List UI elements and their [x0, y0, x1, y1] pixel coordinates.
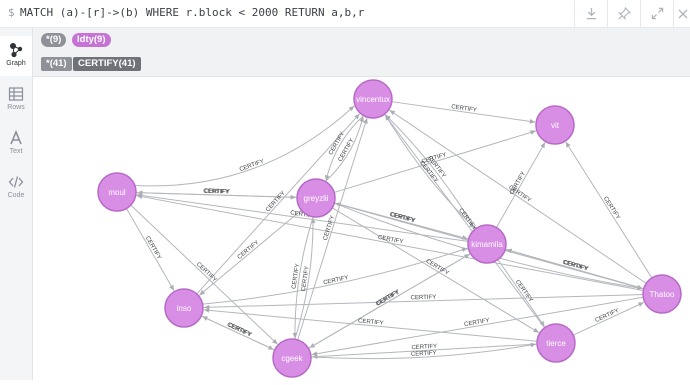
- expand-button[interactable]: [640, 0, 674, 27]
- sidebar-item-label: Code: [7, 192, 25, 199]
- relationship-label: CERTIFY: [594, 308, 620, 324]
- relationship-label: CERTIFY: [464, 318, 490, 328]
- sidebar-item-rows[interactable]: Rows: [0, 80, 32, 120]
- graph-svg: CERTIFY CERTIFY CERTIFY CERTIFY CERTIFY CERTI…: [97, 79, 682, 378]
- query-bar: $ MATCH (a)-[r]->(b) WHERE r.block < 200…: [0, 0, 690, 28]
- sidebar-item-label: Graph: [6, 60, 26, 67]
- relationship-label: CERTIFY: [144, 235, 162, 260]
- rel-type-certify-pill[interactable]: CERTIFY(41): [73, 57, 141, 71]
- graph-node-kimamila[interactable]: kimamila: [467, 224, 507, 264]
- relationship-label: CERTIFY: [227, 322, 253, 338]
- node-caption: vincentux: [356, 95, 390, 104]
- relationship-label: CERTIFY: [563, 260, 589, 273]
- pin-icon: [618, 7, 631, 20]
- relationship-label: CERTIFY: [377, 235, 403, 246]
- relationship-label: CERTIFY: [195, 262, 218, 284]
- node-caption: Thatoo: [650, 290, 675, 299]
- sidebar-item-text[interactable]: Text: [0, 124, 32, 164]
- relationship-edge[interactable]: [134, 105, 355, 187]
- sidebar-item-label: Rows: [7, 104, 25, 111]
- node-caption: vit: [551, 121, 560, 130]
- graph-node-greyzlii[interactable]: greyzlii: [296, 178, 336, 218]
- rel-count-all-pill[interactable]: *(41): [41, 57, 72, 71]
- graph-canvas[interactable]: CERTIFY CERTIFY CERTIFY CERTIFY CERTIFY CERTI…: [33, 77, 690, 380]
- relationship-label: CERTIFY: [203, 189, 229, 196]
- node-caption: tierce: [546, 339, 566, 348]
- relationship-label: CERTIFY: [265, 190, 287, 213]
- relationship-label: CERTIFY: [323, 275, 349, 286]
- node-caption: moul: [108, 188, 126, 197]
- text-icon: [10, 130, 22, 145]
- sidebar-item-label: Text: [9, 148, 23, 155]
- prompt-symbol: $: [8, 6, 15, 19]
- node-count-all-pill[interactable]: *(9): [41, 33, 67, 47]
- relationship-label: CERTIFY: [237, 240, 260, 261]
- graph-node-cgeek[interactable]: cgeek: [272, 338, 312, 378]
- table-icon: [8, 87, 24, 101]
- graph-node-tierce[interactable]: tierce: [536, 323, 576, 363]
- relationship-label: CERTIFY: [457, 208, 477, 232]
- relationship-label: CERTIFY: [375, 290, 400, 308]
- expand-icon: [651, 7, 664, 20]
- node-caption: greyzlii: [304, 194, 329, 203]
- code-icon: [8, 176, 24, 188]
- graph-node-vit[interactable]: vit: [535, 105, 575, 145]
- relationship-label: CERTIFY: [602, 196, 621, 221]
- relationship-label: CERTIFY: [411, 295, 437, 302]
- graph-icon: [10, 43, 23, 58]
- query-text[interactable]: MATCH (a)-[r]->(b) WHERE r.block < 2000 …: [20, 6, 364, 19]
- relationship-label: CERTIFY: [323, 215, 336, 241]
- node-caption: cgeek: [281, 354, 303, 363]
- graph-node-thatoo[interactable]: Thatoo: [642, 274, 682, 314]
- overview-filters: *(9) Idty(9) *(41) CERTIFY(41): [33, 28, 690, 77]
- close-button[interactable]: [673, 0, 690, 27]
- node-caption: inso: [177, 304, 192, 313]
- sidebar-item-graph[interactable]: Graph: [0, 36, 32, 76]
- relationship-label: CERTIFY: [358, 318, 384, 326]
- close-icon: [678, 9, 687, 18]
- graph-node-moul[interactable]: moul: [97, 172, 137, 212]
- pin-button[interactable]: [607, 0, 641, 27]
- view-sidebar: Graph Rows Text Code: [0, 28, 33, 380]
- graph-node-inso[interactable]: inso: [164, 288, 204, 328]
- download-button[interactable]: [574, 0, 608, 27]
- sidebar-item-code[interactable]: Code: [0, 168, 32, 208]
- node-label-idty-pill[interactable]: Idty(9): [72, 33, 111, 47]
- node-caption: kimamila: [471, 240, 503, 249]
- download-icon: [586, 7, 597, 20]
- graph-node-vincentux[interactable]: vincentux: [353, 79, 393, 119]
